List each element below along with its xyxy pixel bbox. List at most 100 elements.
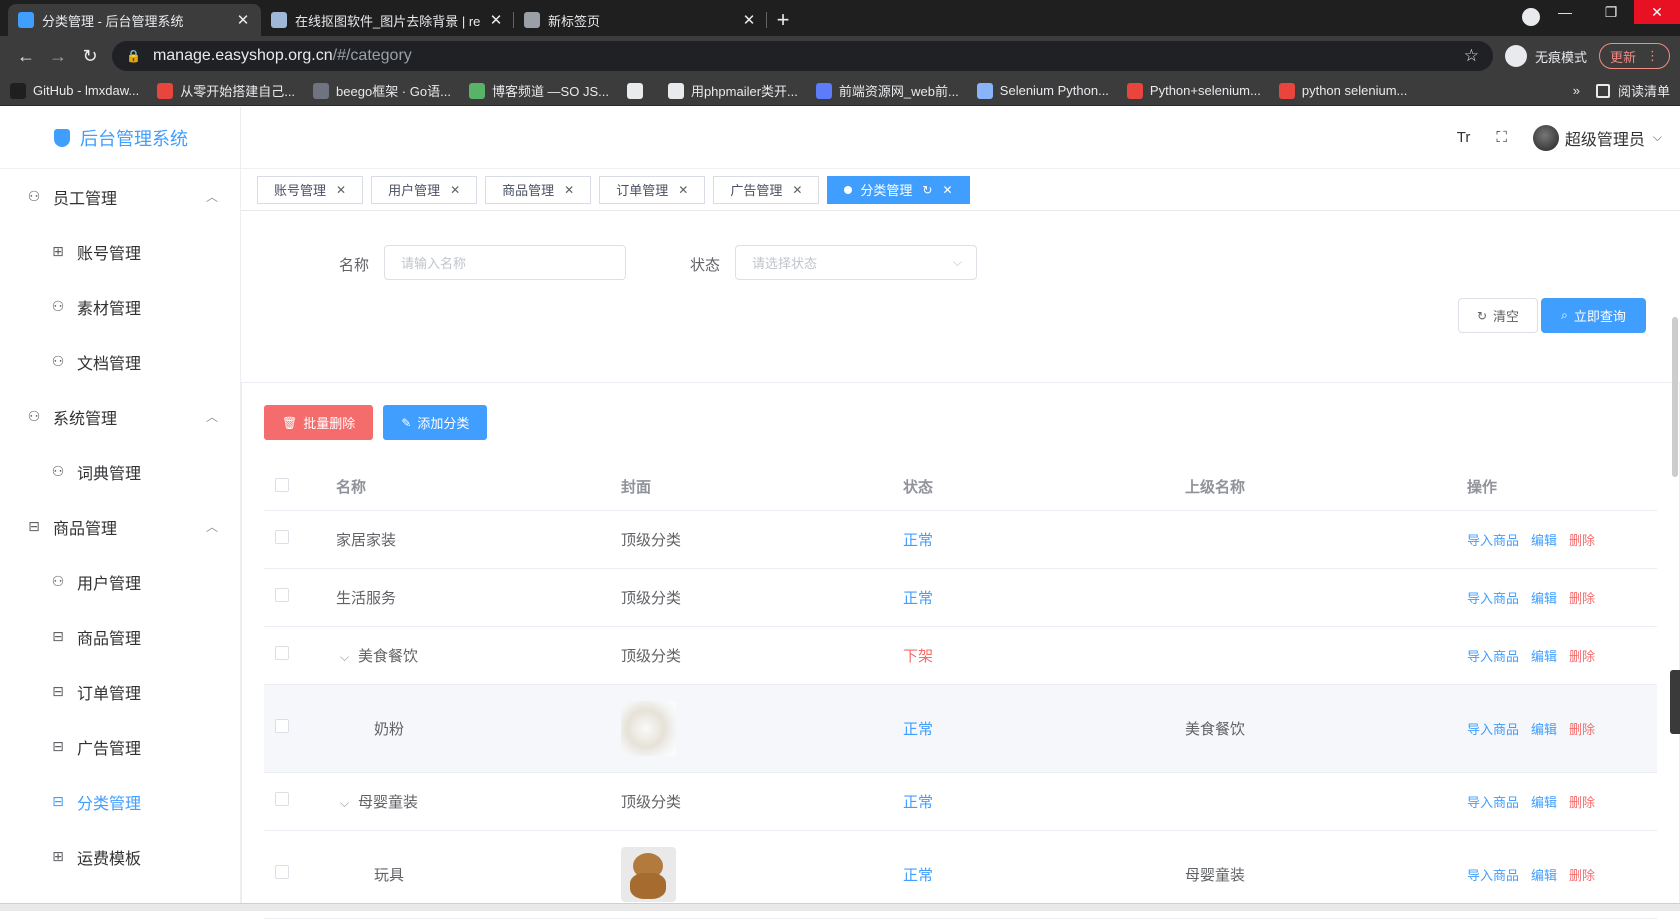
refresh-icon[interactable]: ↻ [922, 183, 932, 197]
sidebar-group[interactable]: ⚇员工管理︿ [0, 169, 240, 224]
edit-link[interactable]: 编辑 [1531, 533, 1557, 548]
tag-view[interactable]: 账号管理✕ [257, 176, 363, 204]
sidebar-item[interactable]: ⊟分类管理 [0, 774, 240, 829]
import-goods-link[interactable]: 导入商品 [1467, 722, 1519, 737]
browser-tab[interactable]: 新标签页✕ [514, 4, 767, 36]
sidebar-item[interactable]: ⊟订单管理 [0, 664, 240, 719]
tag-view[interactable]: 用户管理✕ [371, 176, 477, 204]
clear-button[interactable]: ↻ 清空 [1458, 298, 1538, 333]
close-tab-icon[interactable]: ✕ [488, 11, 504, 29]
close-icon[interactable]: ✕ [942, 183, 952, 197]
chevron-down-icon[interactable]: ⌵ [340, 796, 358, 811]
import-goods-link[interactable]: 导入商品 [1467, 649, 1519, 664]
bookmark-item[interactable]: 博客频道 —SO JS... [469, 81, 609, 100]
add-category-button[interactable]: ✎ 添加分类 [383, 405, 487, 440]
delete-link[interactable]: 删除 [1569, 868, 1595, 883]
close-icon[interactable]: ✕ [336, 183, 346, 197]
avatar[interactable] [1533, 125, 1559, 151]
import-goods-link[interactable]: 导入商品 [1467, 591, 1519, 606]
minimize-icon[interactable]: — [1542, 0, 1588, 24]
sidebar-item[interactable]: ⚇词典管理 [0, 444, 240, 499]
sidebar-item[interactable]: ⊞运费模板 [0, 829, 240, 884]
fullscreen-icon[interactable]: ⛶ [1496, 129, 1507, 146]
row-checkbox[interactable] [275, 865, 289, 879]
row-checkbox[interactable] [275, 530, 289, 544]
bookmark-item[interactable]: 用phpmailer类开... [668, 81, 798, 100]
delete-link[interactable]: 删除 [1569, 795, 1595, 810]
batch-delete-button[interactable]: 🗑 批量删除 [264, 405, 373, 440]
page-scrollbar[interactable] [1672, 317, 1678, 477]
row-checkbox[interactable] [275, 646, 289, 660]
reading-list-button[interactable]: 阅读清单 [1596, 81, 1670, 100]
table-row[interactable]: 家居家装顶级分类正常导入商品编辑删除 [264, 510, 1657, 568]
import-goods-link[interactable]: 导入商品 [1467, 533, 1519, 548]
close-window-icon[interactable]: ✕ [1634, 0, 1680, 24]
bookmark-star-icon[interactable]: ☆ [1464, 46, 1479, 66]
bookmark-item[interactable]: 前端资源网_web前... [816, 81, 959, 100]
close-tab-icon[interactable]: ✕ [741, 11, 757, 29]
close-icon[interactable]: ✕ [450, 183, 460, 197]
delete-link[interactable]: 删除 [1569, 533, 1595, 548]
delete-link[interactable]: 删除 [1569, 722, 1595, 737]
bookmark-item[interactable] [627, 83, 650, 99]
select-all-checkbox[interactable] [275, 478, 289, 492]
sidebar-item[interactable]: ⊟商品管理 [0, 609, 240, 664]
kebab-menu-icon[interactable]: ⋮ [1646, 48, 1659, 64]
reload-icon[interactable]: ↻ [74, 46, 106, 67]
bookmark-item[interactable]: GitHub - lmxdaw... [10, 83, 139, 99]
delete-link[interactable]: 删除 [1569, 649, 1595, 664]
bookmarks-more-icon[interactable]: » [1573, 83, 1580, 98]
browser-tab[interactable]: 在线抠图软件_图片去除背景 | re✕ [261, 4, 514, 36]
chevron-down-icon[interactable]: ⌵ [340, 650, 358, 665]
app-logo[interactable]: 后台管理系统 [0, 107, 240, 169]
sidebar-group[interactable]: ⚇系统管理︿ [0, 389, 240, 444]
row-checkbox[interactable] [275, 792, 289, 806]
tag-view[interactable]: 广告管理✕ [713, 176, 819, 204]
incognito-indicator[interactable]: 无痕模式 [1505, 45, 1587, 67]
url-field[interactable]: 🔒 manage.easyshop.org.cn/#/category ☆ [112, 41, 1493, 71]
status-filter-select[interactable]: 请选择状态 ⌵ [735, 245, 977, 280]
forward-icon[interactable]: → [42, 46, 74, 67]
edit-link[interactable]: 编辑 [1531, 795, 1557, 810]
table-row[interactable]: 生活服务顶级分类正常导入商品编辑删除 [264, 568, 1657, 626]
sidebar-item[interactable]: ⚇素材管理 [0, 279, 240, 334]
close-icon[interactable]: ✕ [564, 183, 574, 197]
edit-link[interactable]: 编辑 [1531, 649, 1557, 664]
back-icon[interactable]: ← [10, 46, 42, 67]
sidebar-item[interactable]: ⊞账号管理 [0, 224, 240, 279]
row-checkbox[interactable] [275, 588, 289, 602]
sidebar-group[interactable]: ⊟商品管理︿ [0, 499, 240, 554]
edit-link[interactable]: 编辑 [1531, 868, 1557, 883]
restore-icon[interactable]: ❐ [1588, 0, 1634, 24]
sidebar-item[interactable]: ⚇用户管理 [0, 554, 240, 609]
username[interactable]: 超级管理员 [1565, 126, 1645, 150]
chevron-down-icon[interactable]: ⌵ [1653, 130, 1662, 145]
bookmark-item[interactable]: 从零开始搭建自己... [157, 81, 295, 100]
edit-link[interactable]: 编辑 [1531, 722, 1557, 737]
bookmark-item[interactable]: python selenium... [1279, 83, 1408, 99]
table-row[interactable]: ⌵美食餐饮顶级分类下架导入商品编辑删除 [264, 626, 1657, 684]
browser-tab[interactable]: 分类管理 - 后台管理系统✕ [8, 4, 261, 36]
edit-link[interactable]: 编辑 [1531, 591, 1557, 606]
bookmark-item[interactable]: beego框架 · Go语... [313, 81, 451, 100]
import-goods-link[interactable]: 导入商品 [1467, 795, 1519, 810]
tag-view[interactable]: 商品管理✕ [485, 176, 591, 204]
query-button[interactable]: ⌕ 立即查询 [1541, 298, 1646, 333]
delete-link[interactable]: 删除 [1569, 591, 1595, 606]
close-tab-icon[interactable]: ✕ [235, 11, 251, 29]
sidebar-item[interactable]: ⚇文档管理 [0, 334, 240, 389]
font-size-icon[interactable]: Tr [1457, 129, 1471, 146]
tag-view[interactable]: 订单管理✕ [599, 176, 705, 204]
new-tab-button[interactable]: + [767, 4, 799, 36]
row-checkbox[interactable] [275, 719, 289, 733]
tab-search-icon[interactable] [1522, 8, 1540, 26]
table-row[interactable]: ⌵母婴童装顶级分类正常导入商品编辑删除 [264, 772, 1657, 830]
name-filter-input[interactable]: 请输入名称 [384, 245, 626, 280]
side-handle[interactable] [1670, 670, 1680, 734]
bookmark-item[interactable]: Selenium Python... [977, 83, 1109, 99]
tag-view[interactable]: 分类管理↻✕ [827, 176, 969, 204]
close-icon[interactable]: ✕ [678, 183, 688, 197]
import-goods-link[interactable]: 导入商品 [1467, 868, 1519, 883]
close-icon[interactable]: ✕ [792, 183, 802, 197]
sidebar-item[interactable]: ⊟广告管理 [0, 719, 240, 774]
